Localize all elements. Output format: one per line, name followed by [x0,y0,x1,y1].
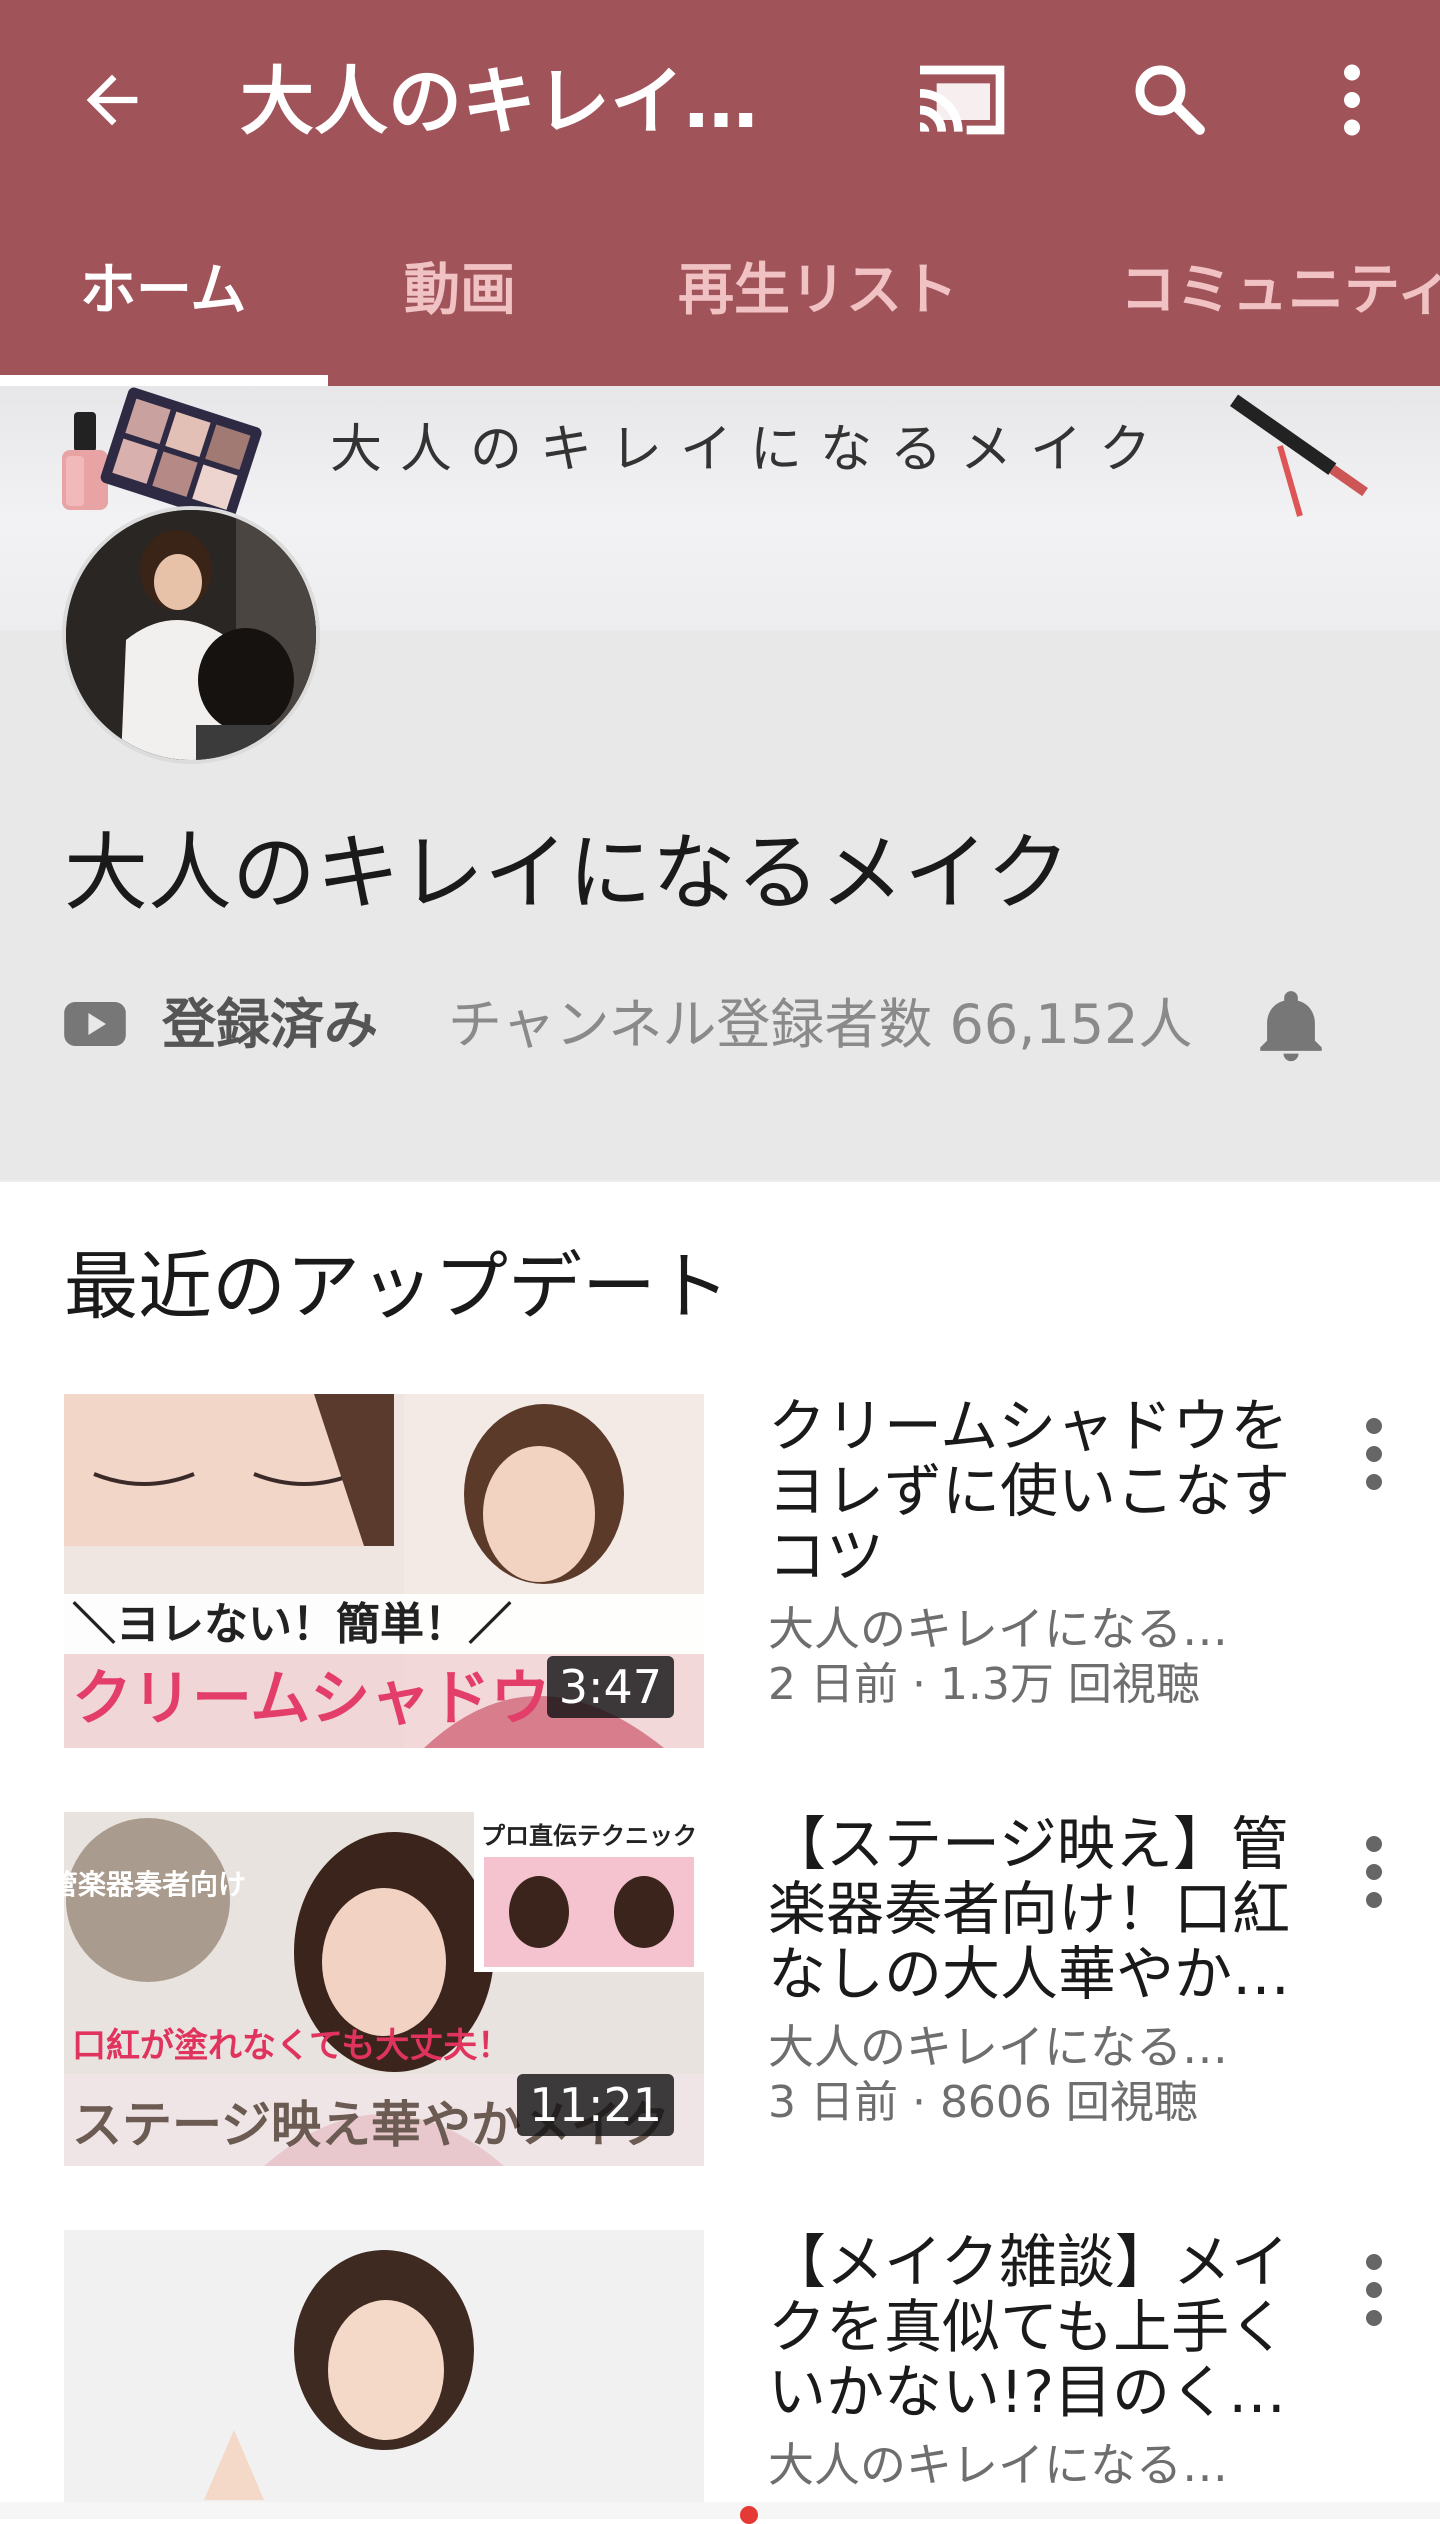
video-item[interactable]: ＼ヨレない！簡単！／ クリームシャドウ 3:47 クリームシャドウを ヨレずに使… [64,1394,1404,1748]
tab-bar: ホーム 動画 再生リスト コミュニティ [0,226,1440,386]
section-title: 最近のアップデート [64,1244,730,1330]
channel-avatar[interactable] [62,506,320,764]
video-thumbnail[interactable]: 管楽器奏者向け プロ直伝テクニック 口紅が塗れなくても大丈夫！ ステージ映え華や… [64,1812,704,2166]
video-title[interactable]: 【ステージ映え】管 楽器奏者向け！口紅 なしの大人華やか… [768,1812,1368,2007]
tab-home[interactable]: ホーム [80,226,246,386]
more-vertical-icon[interactable] [1354,2250,1394,2330]
channel-name: 大人のキレイになるメイク [64,824,1071,922]
subscriber-count: チャンネル登録者数 66,152人 [448,993,1193,1056]
video-meta: 2 日前 · 1.3万 回視聴 [768,1659,1200,1710]
notification-dot [740,2506,758,2524]
video-title-line: コツ [768,1524,885,1589]
video-meta: 3 日前 · 8606 回視聴 [768,2077,1198,2128]
avatar-photo [66,510,316,760]
video-title[interactable]: 【メイク雑談】メイ クを真似ても上手く いかない!?目のく… [768,2230,1368,2425]
subscription-row: 登録済み チャンネル登録者数 66,152人 [64,980,1384,1070]
app-bar: 大人のキレイ… [0,0,1440,226]
thumbnail-image [64,2230,704,2502]
divider [0,1180,1440,1182]
bell-icon[interactable] [1250,986,1332,1068]
video-duration: 11:21 [517,2074,674,2136]
cast-icon[interactable] [910,60,1010,140]
video-item[interactable]: 管楽器奏者向け プロ直伝テクニック 口紅が塗れなくても大丈夫！ ステージ映え華や… [64,1812,1404,2166]
video-title[interactable]: クリームシャドウを ヨレずに使いこなす コツ [768,1394,1368,1589]
video-channel: 大人のキレイになる… [768,1602,1228,1656]
thumb-tag: プロ直伝テクニック [481,1822,697,1850]
search-icon[interactable] [1128,58,1210,140]
tab-community[interactable]: コミュニティ [1120,226,1440,386]
tab-playlists[interactable]: 再生リスト [678,226,958,386]
video-channel: 大人のキレイになる… [768,2020,1228,2074]
thumb-text-mid: 口紅が塗れなくても大丈夫！ [72,2026,511,2066]
video-channel: 大人のキレイになる… [768,2438,1228,2492]
channel-title: 大人のキレイ… [240,59,758,145]
video-title-line: 楽器奏者向け！口紅 [768,1877,1291,1942]
youtube-icon [64,1002,126,1046]
thumb-badge: 管楽器奏者向け [64,1868,246,1901]
banner-title: 大人のキレイになるメイク [330,420,1169,480]
more-vertical-icon[interactable] [1354,1414,1394,1494]
video-title-line: クリームシャドウを [768,1394,1289,1459]
video-title-line: 【ステージ映え】管 [768,1812,1289,1877]
tab-videos[interactable]: 動画 [404,226,516,386]
video-duration: 3:47 [546,1656,674,1718]
video-thumbnail[interactable]: ＼ヨレない！簡単！／ クリームシャドウ 3:47 [64,1394,704,1748]
video-thumbnail[interactable] [64,2230,704,2502]
thumb-text-bottom: クリームシャドウ [72,1664,550,1734]
more-vertical-icon[interactable] [1322,60,1382,140]
video-item[interactable]: 【メイク雑談】メイ クを真似ても上手く いかない!?目のく… 大人のキレイになる… [64,2230,1404,2502]
subscribed-button[interactable]: 登録済み [162,980,378,1070]
video-title-line: なしの大人華やか… [768,1942,1291,2007]
bottom-edge [0,2502,1440,2519]
more-vertical-icon[interactable] [1354,1832,1394,1912]
thumb-text-top: ＼ヨレない！簡単！／ [72,1599,512,1650]
arrow-left-icon[interactable] [74,62,150,138]
video-title-line: ヨレずに使いこなす [768,1459,1291,1524]
video-title-line: クを真似ても上手く [768,2295,1288,2360]
video-title-line: 【メイク雑談】メイ [768,2230,1289,2295]
video-title-line: いかない!?目のく… [768,2360,1287,2425]
active-tab-indicator [0,375,328,386]
